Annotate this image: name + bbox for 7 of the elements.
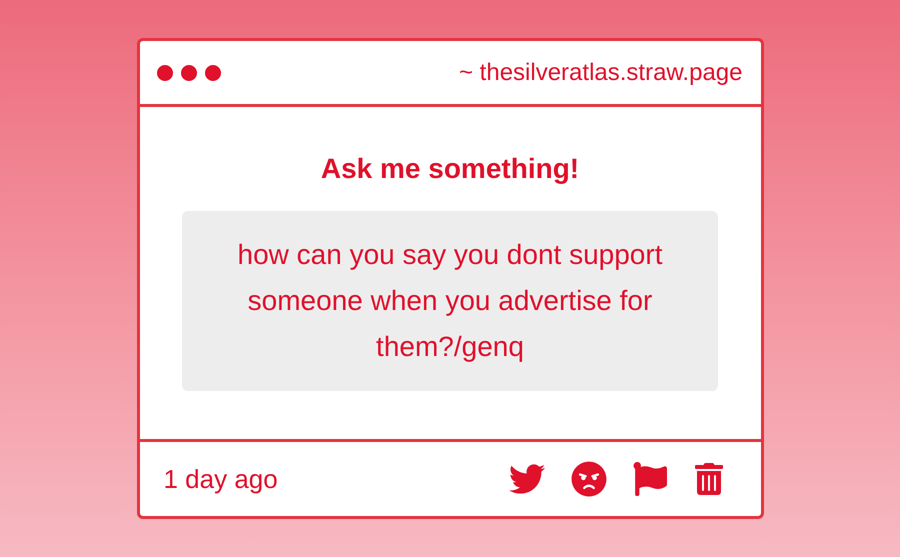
timestamp: 1 day ago <box>164 462 278 496</box>
trash-icon[interactable] <box>692 463 724 495</box>
question-text: how can you say you dont support someone when you advertise for them?/genq <box>182 211 718 391</box>
angry-face-icon[interactable] <box>570 461 606 497</box>
flag-icon[interactable] <box>632 462 666 496</box>
prompt-heading: Ask me something! <box>320 155 580 183</box>
window-title: ~ thesilveratlas.straw.page <box>459 58 742 88</box>
